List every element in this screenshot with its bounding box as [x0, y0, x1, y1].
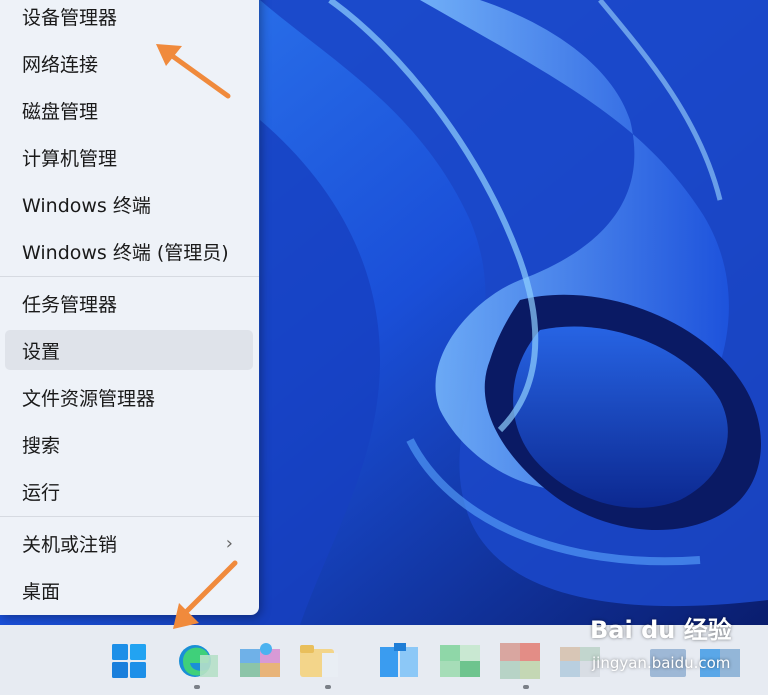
menu-item-file-explorer[interactable]: 文件资源管理器	[5, 377, 253, 417]
menu-separator	[0, 276, 259, 277]
menu-item-terminal-admin[interactable]: Windows 终端 (管理员)	[5, 231, 253, 271]
menu-item-terminal[interactable]: Windows 终端	[5, 184, 253, 224]
menu-item-network-connections[interactable]: 网络连接	[5, 43, 253, 83]
watermark: Bai du 经验 jingyan.baidu.com	[590, 610, 760, 680]
watermark-site: jingyan.baidu.com	[592, 654, 731, 672]
menu-item-task-manager[interactable]: 任务管理器	[5, 283, 253, 323]
winx-context-menu: 设备管理器 网络连接 磁盘管理 计算机管理 Windows 终端 Windows…	[0, 0, 259, 615]
running-indicator	[194, 685, 200, 689]
running-indicator	[523, 685, 529, 689]
menu-item-run[interactable]: 运行	[5, 471, 253, 511]
windows-start-icon[interactable]	[111, 643, 147, 679]
menu-item-shutdown[interactable]: 关机或注销 ›	[5, 523, 253, 563]
folder-icon[interactable]	[300, 643, 338, 679]
running-indicator	[325, 685, 331, 689]
menu-item-device-manager[interactable]: 设备管理器	[5, 0, 253, 36]
menu-item-desktop[interactable]: 桌面	[5, 570, 253, 610]
edge-icon[interactable]	[178, 643, 218, 679]
app-icon[interactable]	[500, 643, 540, 679]
menu-item-settings[interactable]: 设置	[5, 330, 253, 370]
menu-item-search[interactable]: 搜索	[5, 424, 253, 464]
app-icon[interactable]	[440, 643, 480, 679]
store-icon[interactable]	[380, 643, 418, 679]
chevron-right-icon: ›	[225, 532, 233, 554]
menu-item-disk-management[interactable]: 磁盘管理	[5, 90, 253, 130]
watermark-brand: Bai du 经验	[590, 616, 732, 644]
menu-separator	[0, 516, 259, 517]
menu-item-computer-management[interactable]: 计算机管理	[5, 137, 253, 177]
app-icon[interactable]	[240, 643, 280, 679]
